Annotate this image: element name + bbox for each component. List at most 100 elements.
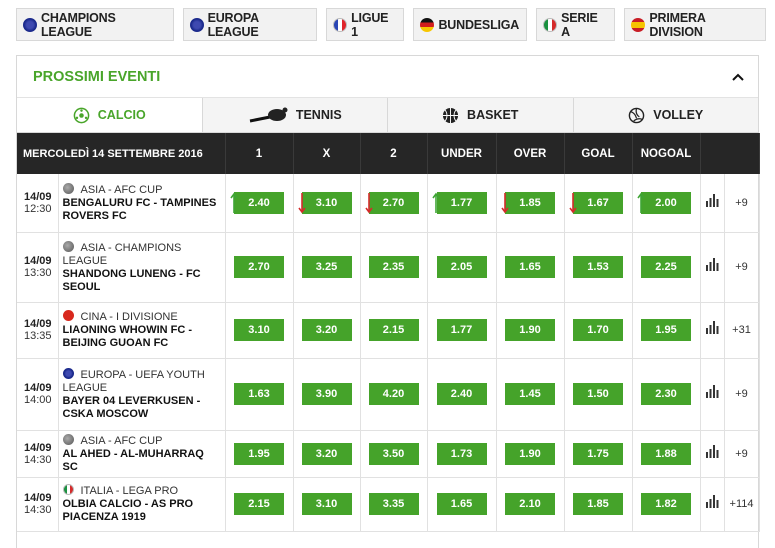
arrow-up-icon — [431, 192, 440, 213]
odd-button[interactable]: 1.53 — [573, 256, 623, 278]
odd-button[interactable]: 3.50 — [368, 442, 419, 465]
more-markets-link[interactable]: +31 — [724, 302, 760, 359]
odd-button[interactable]: 3.10 — [234, 319, 284, 341]
table-row: 14/09 14:00 EUROPA - UEFA YOUTH LEAGUE BAYE… — [17, 358, 760, 431]
match-name[interactable]: AL AHED - AL-MUHARRAQ SC — [63, 448, 221, 474]
stats-cell[interactable] — [700, 174, 725, 233]
odd-button[interactable]: 2.10 — [505, 493, 555, 515]
odd-button[interactable]: 1.85 — [573, 493, 623, 515]
stats-cell[interactable] — [700, 302, 725, 359]
league-chip-ligue-1[interactable]: LIGUE 1 — [326, 8, 405, 41]
odd-cell: 3.20 — [293, 302, 361, 359]
stats-cell[interactable] — [700, 477, 725, 532]
bar-chart-icon[interactable] — [705, 193, 719, 207]
odd-button[interactable]: 1.50 — [573, 383, 623, 405]
odd-button[interactable]: 2.05 — [436, 256, 487, 278]
odd-button[interactable]: 1.67 — [573, 191, 623, 214]
competition-label: CINA - I DIVISIONE — [80, 311, 178, 323]
match-name[interactable]: SHANDONG LUNENG - FC SEOUL — [63, 268, 221, 294]
table-header-row: MERCOLEDÌ 14 SETTEMBRE 2016 1 X 2 UNDER … — [17, 133, 760, 174]
odd-cell: 1.95 — [632, 302, 701, 359]
odd-button[interactable]: 3.25 — [301, 256, 352, 278]
odd-button[interactable]: 1.85 — [505, 191, 555, 214]
league-chip-bundesliga[interactable]: BUNDESLIGA — [413, 8, 528, 41]
odd-cell: 2.70 — [360, 174, 428, 233]
more-markets-link[interactable]: +9 — [724, 430, 760, 478]
bar-chart-icon[interactable] — [705, 444, 719, 458]
odd-button[interactable]: 2.70 — [368, 191, 419, 214]
odd-button[interactable]: 4.20 — [368, 383, 419, 405]
odd-button[interactable]: 1.63 — [234, 383, 284, 405]
odd-button[interactable]: 3.20 — [301, 319, 352, 341]
event-cell[interactable]: ASIA - AFC CUP BENGALURU FC - TAMPINES RO… — [58, 174, 226, 233]
odd-button[interactable]: 1.75 — [573, 442, 623, 465]
odd-button[interactable]: 2.15 — [368, 319, 419, 341]
match-name[interactable]: BAYER 04 LEVERKUSEN - CSKA MOSCOW — [63, 395, 221, 421]
odd-button[interactable]: 2.40 — [234, 191, 284, 214]
bar-chart-icon[interactable] — [705, 495, 719, 508]
league-chip-europa-league[interactable]: EUROPA LEAGUE — [182, 8, 318, 41]
bar-chart-icon[interactable] — [705, 385, 719, 398]
odd-cell: 3.50 — [360, 430, 428, 478]
bar-chart-icon[interactable] — [705, 321, 719, 334]
more-markets-link[interactable]: +9 — [724, 174, 760, 233]
odd-button[interactable]: 1.77 — [436, 191, 487, 214]
odd-button[interactable]: 1.77 — [436, 319, 487, 341]
volleyball-icon — [628, 107, 645, 123]
bar-chart-icon[interactable] — [705, 258, 719, 271]
events-table: MERCOLEDÌ 14 SETTEMBRE 2016 1 X 2 UNDER … — [17, 133, 760, 532]
odd-cell: 2.30 — [632, 358, 701, 431]
chevron-up-icon[interactable] — [732, 73, 744, 81]
event-cell[interactable]: CINA - I DIVISIONE LIAONING WHOWIN FC - B… — [58, 302, 226, 359]
odd-button[interactable]: 1.95 — [234, 442, 284, 465]
odd-button[interactable]: 3.35 — [368, 493, 419, 515]
odd-cell: 1.95 — [225, 430, 294, 478]
league-chip-champions-league[interactable]: CHAMPIONS LEAGUE — [16, 8, 174, 41]
odd-button[interactable]: 1.65 — [505, 256, 555, 278]
odd-button[interactable]: 2.35 — [368, 256, 419, 278]
arrow-up-icon — [636, 192, 645, 213]
event-cell[interactable]: ITALIA - LEGA PRO OLBIA CALCIO - AS PRO P… — [58, 477, 226, 532]
more-markets-link[interactable]: +9 — [724, 232, 760, 303]
odd-button[interactable]: 2.40 — [436, 383, 487, 405]
odd-button[interactable]: 2.70 — [234, 256, 284, 278]
odd-button[interactable]: 1.70 — [573, 319, 623, 341]
odd-button[interactable]: 1.95 — [641, 319, 691, 341]
more-markets-link[interactable]: +114 — [724, 477, 760, 532]
odd-cell: 1.88 — [632, 430, 701, 478]
match-name[interactable]: OLBIA CALCIO - AS PRO PIACENZA 1919 — [63, 498, 221, 524]
odd-button[interactable]: 2.00 — [641, 191, 691, 214]
odd-cell: 3.35 — [360, 477, 428, 532]
odd-button[interactable]: 3.10 — [301, 191, 352, 214]
league-chip-serie-a[interactable]: SERIE A — [536, 8, 616, 41]
odd-button[interactable]: 3.20 — [301, 442, 352, 465]
odd-button[interactable]: 1.45 — [505, 383, 555, 405]
odd-button[interactable]: 2.25 — [641, 256, 691, 278]
odd-button[interactable]: 1.65 — [436, 493, 487, 515]
odd-button[interactable]: 1.90 — [505, 442, 555, 465]
tab-tennis[interactable]: TENNIS — [202, 98, 388, 132]
stats-cell[interactable] — [700, 358, 725, 431]
stats-cell[interactable] — [700, 430, 725, 478]
odd-button[interactable]: 3.10 — [301, 493, 352, 515]
event-time: 12:30 — [24, 202, 52, 215]
tab-calcio[interactable]: CALCIO — [17, 98, 203, 132]
more-markets-link[interactable]: +9 — [724, 358, 760, 431]
odd-button[interactable]: 1.88 — [641, 442, 691, 465]
stats-cell[interactable] — [700, 232, 725, 303]
tab-volley[interactable]: VOLLEY — [573, 98, 758, 132]
match-name[interactable]: BENGALURU FC - TAMPINES ROVERS FC — [63, 197, 221, 223]
event-cell[interactable]: EUROPA - UEFA YOUTH LEAGUE BAYER 04 LEVER… — [58, 358, 226, 431]
eu-flag-icon — [62, 367, 74, 379]
event-cell[interactable]: ASIA - CHAMPIONS LEAGUE SHANDONG LUNENG -… — [58, 232, 226, 303]
odd-button[interactable]: 2.30 — [641, 383, 691, 405]
odd-button[interactable]: 1.73 — [436, 442, 487, 465]
odd-button[interactable]: 1.82 — [641, 493, 691, 515]
odd-button[interactable]: 2.15 — [234, 493, 284, 515]
event-cell[interactable]: ASIA - AFC CUP AL AHED - AL-MUHARRAQ SC — [58, 430, 226, 478]
odd-button[interactable]: 1.90 — [505, 319, 555, 341]
match-name[interactable]: LIAONING WHOWIN FC - BEIJING GUOAN FC — [63, 324, 221, 350]
tab-basket[interactable]: BASKET — [388, 98, 574, 132]
odd-button[interactable]: 3.90 — [301, 383, 352, 405]
league-chip-primera-division[interactable]: PRIMERA DIVISION — [624, 8, 766, 41]
